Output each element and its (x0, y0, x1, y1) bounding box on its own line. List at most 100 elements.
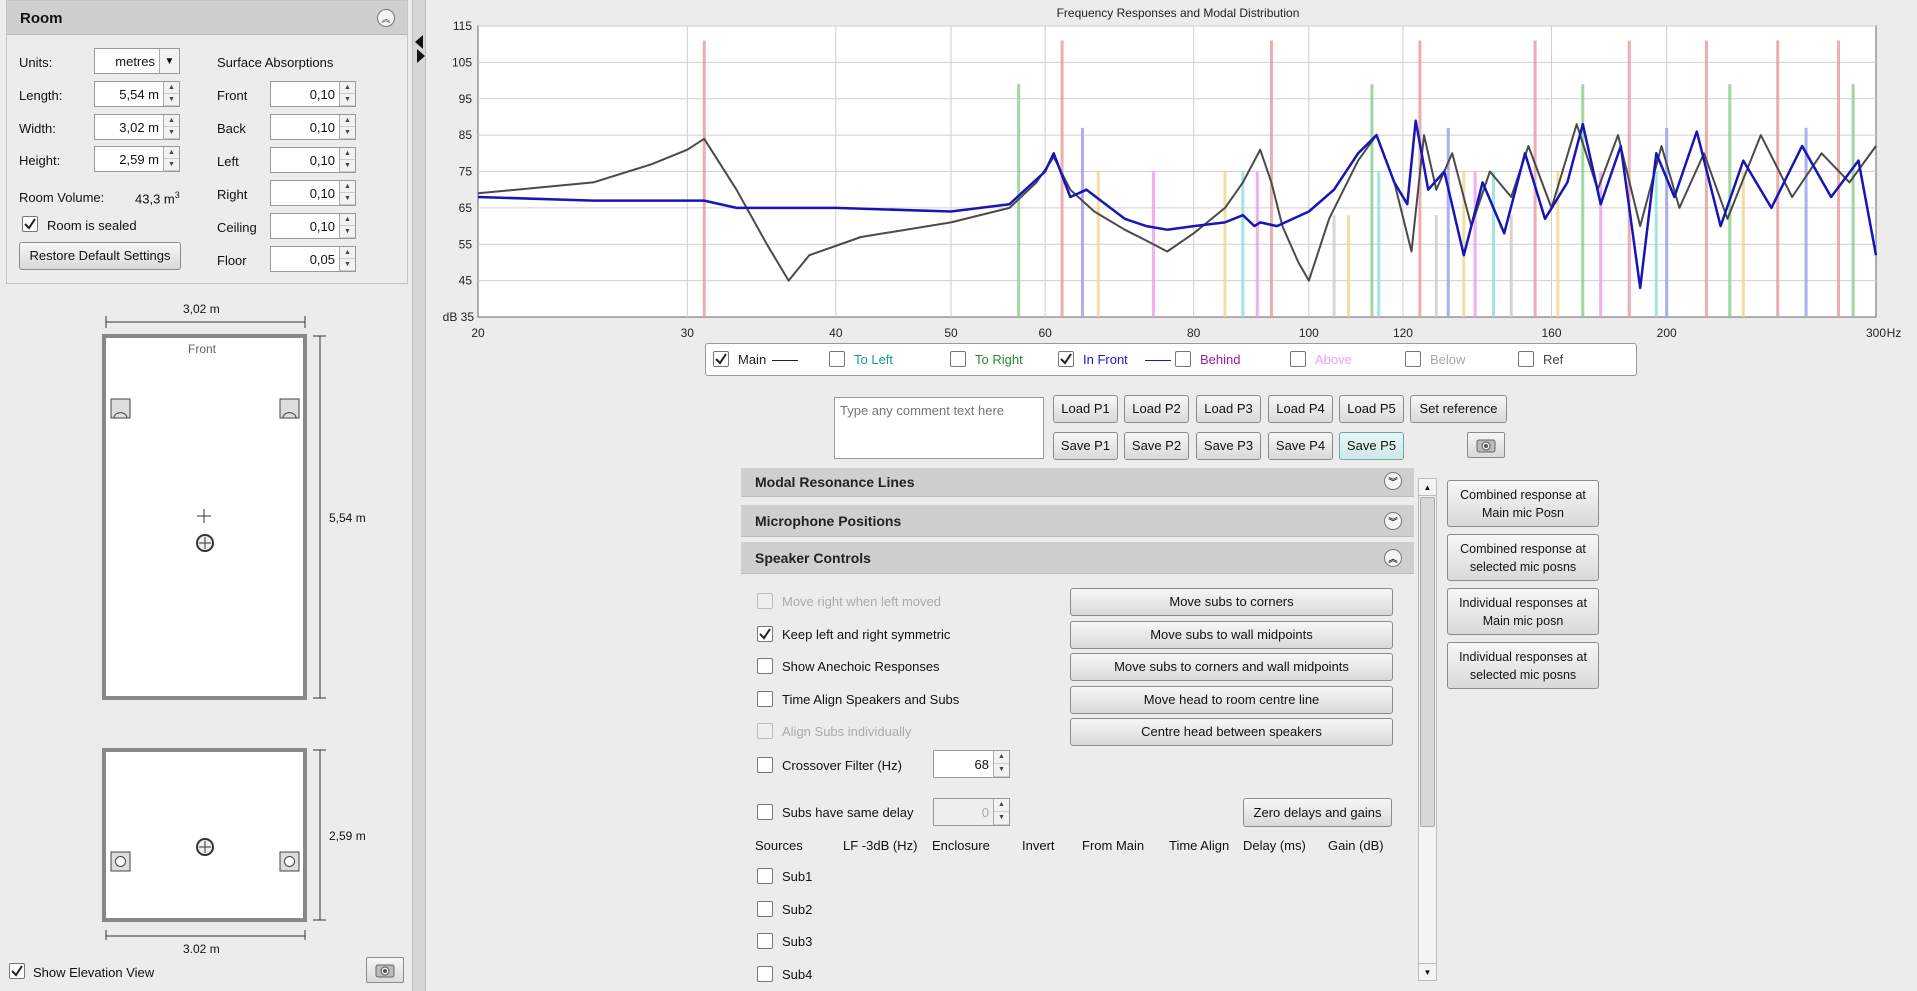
same-delay-label: Subs have same delay (782, 805, 914, 820)
stepper-arrows-icon[interactable]: ▲ ▼ (993, 799, 1009, 825)
restore-defaults-button[interactable]: Restore Default Settings (19, 242, 181, 270)
option-checkbox[interactable] (757, 593, 773, 609)
option-checkbox[interactable] (757, 690, 773, 707)
crossover-stepper[interactable]: 68 ▲ ▼ (933, 750, 1010, 778)
load-preset-button[interactable]: Load P2 (1124, 395, 1189, 423)
crossover-checkbox[interactable] (757, 757, 773, 773)
load-preset-button[interactable]: Load P1 (1053, 395, 1118, 423)
sub-label: Sub2 (782, 901, 813, 917)
stepper-arrows-icon[interactable]: ▲ ▼ (163, 82, 179, 106)
room-plan-view[interactable] (0, 296, 410, 716)
accordion-scrollbar[interactable]: ▲ ▼ (1418, 478, 1437, 981)
option-checkbox[interactable] (757, 658, 773, 674)
elevation-height-dimension: 2,59 m (329, 829, 366, 843)
plan-camera-button[interactable] (366, 957, 404, 983)
panel-divider[interactable] (412, 0, 426, 991)
absorption-stepper[interactable]: 0,10 ▲ ▼ (270, 213, 356, 239)
modal-line (1837, 40, 1841, 318)
comment-input[interactable] (834, 397, 1044, 459)
save-preset-button[interactable]: Save P4 (1268, 432, 1333, 460)
chevron-down-icon[interactable]: ▼ (159, 49, 179, 73)
option-checkbox[interactable] (757, 625, 773, 642)
stepper-arrows-icon[interactable]: ▲ ▼ (993, 751, 1009, 777)
move-button[interactable]: Centre head between speakers (1070, 718, 1393, 746)
response-mode-button[interactable]: Combined response at Main mic Posn (1447, 480, 1599, 527)
room-panel-header[interactable]: Room ︽ (7, 1, 407, 35)
chart-camera-button[interactable] (1467, 432, 1505, 458)
legend-checkbox-above[interactable] (1290, 351, 1306, 367)
length-stepper[interactable]: 5,54 m ▲ ▼ (94, 81, 180, 107)
absorption-label: Front (217, 88, 248, 103)
load-preset-button[interactable]: Load P5 (1339, 395, 1404, 423)
move-button[interactable]: Move head to room centre line (1070, 685, 1393, 714)
legend-checkbox-to-left[interactable] (829, 351, 845, 367)
legend-checkbox-in-front[interactable] (1058, 351, 1074, 367)
set-reference-button[interactable]: Set reference (1410, 395, 1507, 423)
legend-checkbox-ref[interactable] (1518, 351, 1534, 367)
expand-down-icon[interactable]: ︾ (1384, 512, 1402, 530)
move-button[interactable]: Move subs to corners and wall midpoints (1070, 653, 1393, 681)
response-mode-line2: selected mic posns (1469, 559, 1577, 574)
absorption-stepper[interactable]: 0,10 ▲ ▼ (270, 147, 356, 173)
stepper-arrows-icon[interactable]: ▲ ▼ (339, 247, 355, 271)
zero-delays-button[interactable]: Zero delays and gains (1243, 798, 1392, 827)
section-speaker-controls[interactable]: Speaker Controls ︽ (741, 542, 1414, 574)
collapse-up-icon[interactable]: ︽ (377, 9, 395, 27)
scroll-up-icon[interactable]: ▲ (1419, 479, 1436, 496)
save-preset-button[interactable]: Save P2 (1124, 432, 1189, 460)
legend-checkbox-to-right[interactable] (950, 351, 966, 367)
show-elevation-checkbox[interactable] (9, 963, 25, 979)
absorption-stepper[interactable]: 0,10 ▲ ▼ (270, 81, 356, 107)
modal-line (1446, 127, 1450, 317)
legend-checkbox-behind[interactable] (1175, 351, 1191, 367)
same-delay-checkbox[interactable] (757, 804, 773, 820)
legend-checkbox-main[interactable] (713, 351, 729, 367)
scroll-down-icon[interactable]: ▼ (1419, 963, 1436, 980)
move-button[interactable]: Move subs to corners (1070, 588, 1393, 616)
height-stepper[interactable]: 2,59 m ▲ ▼ (94, 146, 180, 172)
absorption-stepper[interactable]: 0,10 ▲ ▼ (270, 114, 356, 140)
stepper-arrows-icon[interactable]: ▲ ▼ (339, 82, 355, 106)
sub-checkbox[interactable] (757, 900, 773, 917)
response-mode-button[interactable]: Combined response at selected mic posns (1447, 534, 1599, 581)
scrollbar-thumb[interactable] (1420, 497, 1435, 827)
height-label: Height: (19, 153, 61, 168)
section-modal-resonance-lines[interactable]: Modal Resonance Lines ︾ (741, 468, 1414, 497)
stepper-arrows-icon[interactable]: ▲ ▼ (339, 148, 355, 172)
sub-checkbox[interactable] (757, 965, 773, 982)
stepper-arrows-icon[interactable]: ▲ ▼ (339, 214, 355, 238)
same-delay-stepper[interactable]: 0 ▲ ▼ (933, 798, 1010, 826)
stepper-arrows-icon[interactable]: ▲ ▼ (163, 115, 179, 139)
sub-checkbox[interactable] (757, 933, 773, 949)
load-preset-button[interactable]: Load P3 (1196, 395, 1261, 423)
width-stepper[interactable]: 3,02 m ▲ ▼ (94, 114, 180, 140)
absorption-stepper[interactable]: 0,05 ▲ ▼ (270, 246, 356, 272)
save-preset-button[interactable]: Save P1 (1053, 432, 1118, 460)
stepper-arrows-icon[interactable]: ▲ ▼ (163, 147, 179, 171)
collapse-up-icon[interactable]: ︽ (1384, 549, 1402, 567)
collapse-left-icon[interactable] (415, 35, 423, 49)
stepper-arrows-icon[interactable]: ▲ ▼ (339, 181, 355, 205)
save-preset-button[interactable]: Save P5 (1339, 432, 1404, 460)
expand-down-icon[interactable]: ︾ (1384, 472, 1402, 490)
save-preset-button[interactable]: Save P3 (1196, 432, 1261, 460)
units-value: metres (115, 53, 155, 69)
sub-checkbox[interactable] (757, 868, 773, 884)
section-microphone-positions[interactable]: Microphone Positions ︾ (741, 505, 1414, 537)
absorption-stepper[interactable]: 0,10 ▲ ▼ (270, 180, 356, 206)
room-sealed-checkbox[interactable] (22, 216, 38, 232)
frequency-response-chart[interactable]: 45 55 65 75 85 95 105 115 dB 35 20 30 40 50 60 80 100 12… (430, 14, 1917, 344)
response-mode-button[interactable]: Individual responses at selected mic posn… (1447, 642, 1599, 689)
option-checkbox[interactable] (757, 723, 773, 739)
x-tick-label: 120 (1393, 326, 1413, 340)
source-column-header: Gain (dB) (1328, 838, 1384, 853)
response-mode-button[interactable]: Individual responses at Main mic posn (1447, 588, 1599, 635)
units-select[interactable]: metres ▼ (94, 48, 180, 74)
legend-checkbox-below[interactable] (1405, 351, 1421, 367)
move-button[interactable]: Move subs to wall midpoints (1070, 620, 1393, 649)
response-mode-line2: selected mic posns (1469, 667, 1577, 682)
load-preset-button[interactable]: Load P4 (1268, 395, 1333, 423)
sub-label: Sub3 (782, 934, 813, 949)
expand-right-icon[interactable] (417, 49, 425, 63)
stepper-arrows-icon[interactable]: ▲ ▼ (339, 115, 355, 139)
